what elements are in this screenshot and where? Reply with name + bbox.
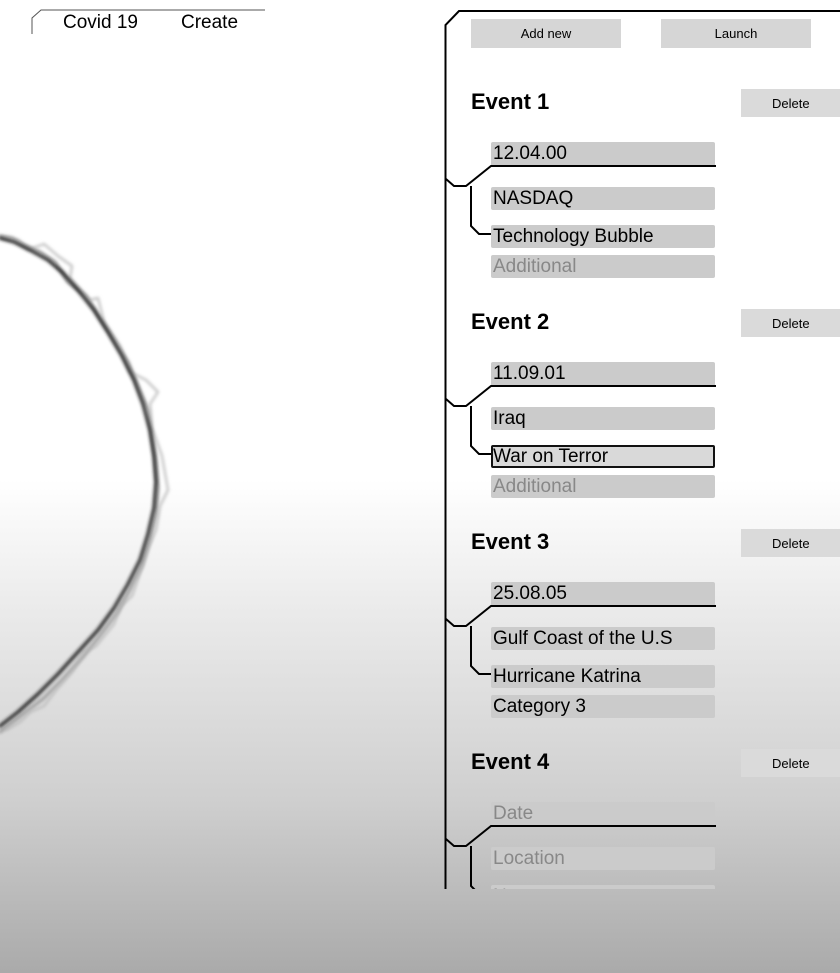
delete-event-button[interactable]: Delete	[741, 309, 840, 337]
event-date-input[interactable]	[491, 802, 715, 825]
event-card: Event 2 Delete	[444, 229, 840, 498]
event-date-input[interactable]	[491, 362, 715, 385]
event-date-input[interactable]	[491, 582, 715, 605]
delete-event-button[interactable]: Delete	[741, 749, 840, 777]
event-location-input[interactable]	[491, 627, 715, 650]
event-date-input[interactable]	[491, 142, 715, 165]
event-card: Event 1 Delete	[444, 9, 840, 278]
delete-event-button[interactable]: Delete	[741, 529, 840, 557]
event-location-input[interactable]	[491, 407, 715, 430]
event-branch-connector	[445, 165, 716, 235]
event-branch-connector	[445, 605, 716, 675]
event-card: Event 4 Delete	[444, 669, 840, 889]
event-location-input[interactable]	[491, 187, 715, 210]
event-name-input[interactable]	[491, 885, 715, 889]
event-card: Event 3 Delete	[444, 449, 840, 718]
delete-event-button[interactable]: Delete	[741, 89, 840, 117]
events-panel: Add new Launch Event 1 Delete Event 2 De…	[444, 9, 840, 889]
event-location-input[interactable]	[491, 847, 715, 870]
virus-outline-graphic	[0, 234, 169, 734]
event-branch-connector	[445, 385, 716, 455]
